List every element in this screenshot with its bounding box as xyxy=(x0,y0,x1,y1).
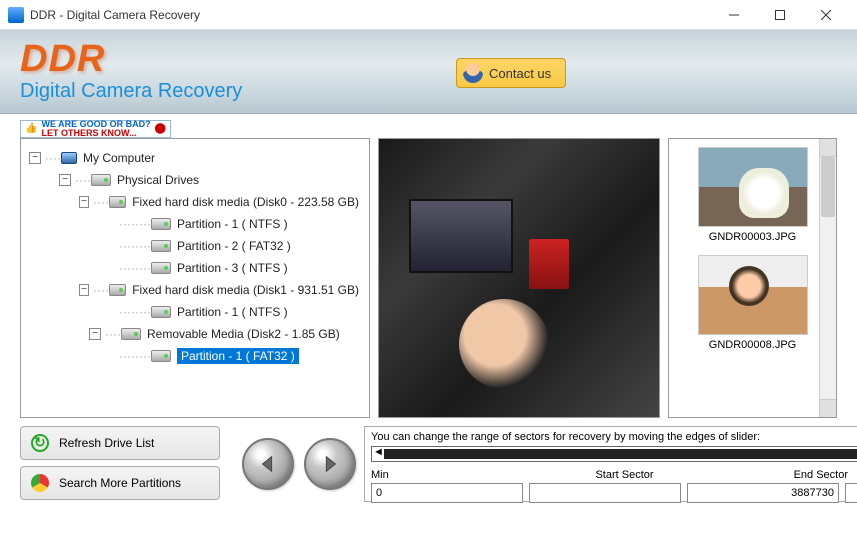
minimize-button[interactable] xyxy=(711,0,757,30)
drive-icon xyxy=(109,284,126,296)
slider-description: You can change the range of sectors for … xyxy=(371,431,857,443)
refresh-drive-list-button[interactable]: Refresh Drive List xyxy=(20,426,220,460)
max-sector-input[interactable] xyxy=(845,483,857,503)
thumbnail-image xyxy=(698,147,808,227)
drive-icon xyxy=(91,174,111,186)
partition-icon xyxy=(151,306,171,318)
tree-node-physical[interactable]: − ···· Physical Drives xyxy=(25,169,365,191)
partition-icon xyxy=(151,240,171,252)
drive-icon xyxy=(121,328,141,340)
bottom-bar: Refresh Drive List Search More Partition… xyxy=(0,418,857,514)
min-label: Min xyxy=(371,469,520,481)
bottom-left-controls: Refresh Drive List Search More Partition… xyxy=(20,426,356,502)
tree-node-partition-selected[interactable]: ········ Partition - 1 ( FAT32 ) xyxy=(25,345,365,367)
max-label: Max xyxy=(848,469,857,481)
close-button[interactable] xyxy=(803,0,849,30)
search-more-partitions-button[interactable]: Search More Partitions xyxy=(20,466,220,500)
refresh-icon xyxy=(31,434,49,452)
start-sector-input[interactable] xyxy=(529,483,681,503)
expand-toggle[interactable]: − xyxy=(29,152,41,164)
camera-photo xyxy=(379,139,659,417)
review-badge[interactable]: 👍 WE ARE GOOD OR BAD? LET OTHERS KNOW...… xyxy=(20,120,171,138)
drive-tree[interactable]: − ···· My Computer − ···· Physical Drive… xyxy=(25,147,365,367)
expand-toggle[interactable]: − xyxy=(59,174,71,186)
speech-bubble-icon: ⬤ xyxy=(155,123,166,134)
sector-slider-panel: You can change the range of sectors for … xyxy=(364,426,857,502)
expand-toggle[interactable]: − xyxy=(79,196,89,208)
end-sector-input[interactable] xyxy=(687,483,839,503)
logo-block: DDR Digital Camera Recovery xyxy=(20,40,242,103)
header-banner: DDR Digital Camera Recovery Contact us xyxy=(0,30,857,114)
person-icon xyxy=(463,63,483,83)
partition-icon xyxy=(151,350,171,362)
min-sector-input[interactable] xyxy=(371,483,523,503)
preview-image-panel xyxy=(378,138,660,418)
thumbnails-panel: GNDR00003.JPG GNDR00008.JPG xyxy=(668,138,837,418)
drive-icon xyxy=(109,196,126,208)
search-label: Search More Partitions xyxy=(59,476,181,490)
main-area: − ···· My Computer − ···· Physical Drive… xyxy=(0,138,857,418)
thumbnail-image xyxy=(698,255,808,335)
thumbnail-item[interactable]: GNDR00003.JPG xyxy=(698,147,808,243)
thumbnail-item[interactable]: GNDR00008.JPG xyxy=(698,255,808,351)
review-bar: 👍 WE ARE GOOD OR BAD? LET OTHERS KNOW...… xyxy=(0,114,857,138)
tree-node-partition[interactable]: ········ Partition - 1 ( NTFS ) xyxy=(25,213,365,235)
tree-node-partition[interactable]: ········ Partition - 2 ( FAT32 ) xyxy=(25,235,365,257)
sector-range-slider[interactable] xyxy=(371,446,857,462)
forward-button[interactable] xyxy=(304,438,356,490)
maximize-button[interactable] xyxy=(757,0,803,30)
product-subtitle: Digital Camera Recovery xyxy=(20,80,242,103)
thumbs-up-icon: 👍 xyxy=(25,123,37,134)
partition-icon xyxy=(151,218,171,230)
thumbnail-filename: GNDR00003.JPG xyxy=(709,231,796,243)
tree-node-disk2[interactable]: − ···· Removable Media (Disk2 - 1.85 GB) xyxy=(25,323,365,345)
scrollbar[interactable] xyxy=(819,139,836,417)
computer-icon xyxy=(61,152,77,164)
start-sector-label: Start Sector xyxy=(520,469,699,481)
tree-node-partition[interactable]: ········ Partition - 3 ( NTFS ) xyxy=(25,257,365,279)
contact-label: Contact us xyxy=(489,66,551,81)
tree-node-disk0[interactable]: − ···· Fixed hard disk media (Disk0 - 22… xyxy=(25,191,365,213)
partition-icon xyxy=(151,262,171,274)
pie-search-icon xyxy=(31,474,49,492)
refresh-label: Refresh Drive List xyxy=(59,436,154,450)
contact-us-button[interactable]: Contact us xyxy=(456,58,566,88)
tree-node-mycomputer[interactable]: − ···· My Computer xyxy=(25,147,365,169)
logo-text: DDR xyxy=(20,40,242,78)
tree-node-partition[interactable]: ········ Partition - 1 ( NTFS ) xyxy=(25,301,365,323)
window-title: DDR - Digital Camera Recovery xyxy=(30,8,711,22)
app-icon xyxy=(8,7,24,23)
drive-tree-panel: − ···· My Computer − ···· Physical Drive… xyxy=(20,138,370,418)
review-line2: LET OTHERS KNOW... xyxy=(41,129,150,138)
expand-toggle[interactable]: − xyxy=(89,328,101,340)
thumbnail-filename: GNDR00008.JPG xyxy=(709,339,796,351)
back-button[interactable] xyxy=(242,438,294,490)
title-bar: DDR - Digital Camera Recovery xyxy=(0,0,857,30)
expand-toggle[interactable]: − xyxy=(79,284,89,296)
tree-node-disk1[interactable]: − ···· Fixed hard disk media (Disk1 - 93… xyxy=(25,279,365,301)
end-sector-label: End Sector xyxy=(699,469,848,481)
